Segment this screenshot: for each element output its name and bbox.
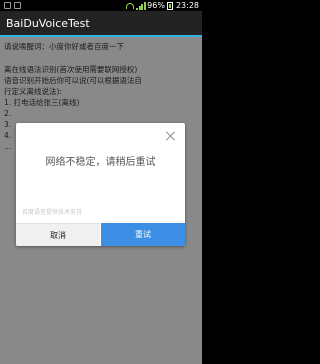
close-icon[interactable]: [166, 131, 176, 141]
error-message: 网络不稳定，请稍后重试: [45, 157, 156, 168]
retry-button[interactable]: 重试: [101, 223, 185, 246]
notification-icons: [4, 0, 21, 9]
app-title: BaiDuVoiceTest: [6, 17, 90, 30]
clock: 23:28: [175, 1, 199, 10]
status-bar: 96% 23:28: [0, 0, 202, 11]
battery-percent: 96%: [147, 1, 165, 10]
action-bar: BaiDuVoiceTest: [0, 11, 202, 37]
notification-icon: [14, 2, 21, 9]
battery-icon: [166, 1, 173, 10]
status-indicators: 96% 23:28: [126, 0, 199, 11]
error-dialog: 网络不稳定，请稍后重试 百度语音提供技术支持 取消 重试: [16, 123, 185, 246]
notification-icon: [4, 2, 11, 9]
cancel-button[interactable]: 取消: [16, 223, 100, 246]
powered-by-text: 百度语音提供技术支持: [22, 209, 83, 216]
signal-icon: [136, 1, 146, 10]
wifi-icon: [126, 2, 135, 9]
